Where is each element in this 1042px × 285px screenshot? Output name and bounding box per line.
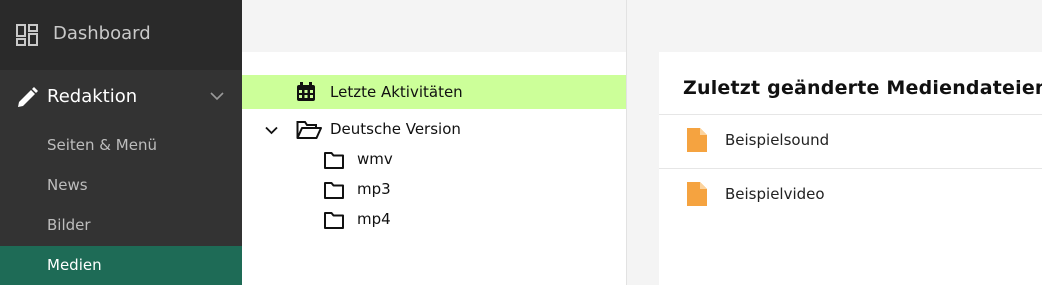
sidebar-item-medien[interactable]: Medien bbox=[0, 246, 242, 285]
sidebar-item-bilder[interactable]: Bilder bbox=[0, 206, 242, 246]
sidebar-item-label: Dashboard bbox=[53, 23, 151, 44]
tree-item-label: Deutsche Version bbox=[330, 120, 461, 138]
sidebar-item-redaktion[interactable]: Redaktion bbox=[0, 70, 242, 126]
sidebar-item-label: Redaktion bbox=[47, 86, 138, 107]
file-icon bbox=[687, 182, 707, 206]
sidebar-item-label: Medien bbox=[47, 256, 102, 274]
folder-icon bbox=[324, 182, 344, 199]
tree-item-wmv[interactable]: wmv bbox=[242, 146, 626, 174]
sidebar-item-label: News bbox=[47, 176, 88, 194]
tree-item-label: Letzte Aktivitäten bbox=[330, 83, 463, 101]
tree-item-mp4[interactable]: mp4 bbox=[242, 206, 626, 234]
sidebar-item-news[interactable]: News bbox=[0, 166, 242, 206]
folder-tree: Letzte Aktivitäten Deutsche Version wmv … bbox=[242, 52, 626, 285]
panel-gap bbox=[627, 0, 659, 285]
sidebar-item-label: Seiten & Menü bbox=[47, 136, 157, 154]
list-item-beispielsound[interactable]: Beispielsound bbox=[659, 114, 1042, 166]
sidebar-item-dashboard[interactable]: Dashboard bbox=[0, 0, 242, 70]
tree-item-recent-activities[interactable]: Letzte Aktivitäten bbox=[242, 75, 626, 109]
sidebar-item-seiten-menu[interactable]: Seiten & Menü bbox=[0, 126, 242, 166]
folder-icon bbox=[324, 152, 344, 169]
tree-panel-header bbox=[242, 0, 626, 52]
calendar-icon bbox=[297, 82, 315, 101]
file-icon bbox=[687, 128, 707, 152]
list-item-label: Beispielsound bbox=[725, 131, 830, 149]
panel-title: Zuletzt geänderte Mediendateien bbox=[683, 77, 1042, 99]
chevron-down-icon[interactable] bbox=[265, 126, 278, 135]
sidebar: Dashboard Redaktion Seiten & Menü News B… bbox=[0, 0, 242, 285]
sidebar-item-label: Bilder bbox=[47, 216, 91, 234]
recent-media-panel: Zuletzt geänderte Mediendateien Beispiel… bbox=[659, 52, 1042, 285]
tree-item-label: wmv bbox=[357, 150, 393, 168]
chevron-down-icon[interactable] bbox=[210, 91, 224, 101]
tree-item-label: mp3 bbox=[357, 180, 391, 198]
dashboard-icon bbox=[16, 24, 38, 46]
folder-icon bbox=[324, 212, 344, 229]
tree-item-mp3[interactable]: mp3 bbox=[242, 176, 626, 204]
tree-item-label: mp4 bbox=[357, 210, 391, 228]
folder-open-icon bbox=[296, 121, 322, 139]
list-item-label: Beispielvideo bbox=[725, 185, 825, 203]
pencil-icon bbox=[18, 87, 38, 107]
tree-item-deutsche-version[interactable]: Deutsche Version bbox=[242, 116, 626, 144]
list-item-beispielvideo[interactable]: Beispielvideo bbox=[659, 168, 1042, 220]
